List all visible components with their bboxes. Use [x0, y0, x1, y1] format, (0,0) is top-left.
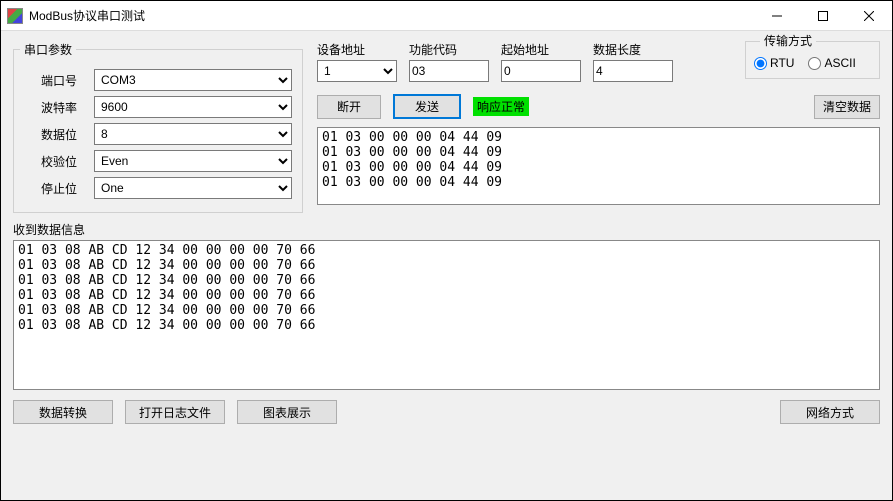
maximize-button[interactable]: [800, 1, 846, 31]
content-area: 串口参数 端口号 COM3 波特率 9600 数据位 8 校: [1, 31, 892, 500]
rtu-radio-label[interactable]: RTU: [754, 56, 794, 70]
parity-select[interactable]: Even: [94, 150, 292, 172]
status-badge: 响应正常: [473, 97, 529, 116]
stopbits-select[interactable]: One: [94, 177, 292, 199]
baud-label: 波特率: [24, 99, 94, 116]
databits-select[interactable]: 8: [94, 123, 292, 145]
convert-button[interactable]: 数据转换: [13, 400, 113, 424]
app-icon: [7, 8, 23, 24]
transfer-mode-group: 传输方式 RTU ASCII: [745, 33, 880, 79]
start-addr-label: 起始地址: [501, 41, 581, 58]
rtu-radio[interactable]: [754, 57, 767, 70]
parity-label: 校验位: [24, 153, 94, 170]
baud-select[interactable]: 9600: [94, 96, 292, 118]
chart-button[interactable]: 图表展示: [237, 400, 337, 424]
databits-label: 数据位: [24, 126, 94, 143]
disconnect-button[interactable]: 断开: [317, 95, 381, 119]
window-buttons: [754, 1, 892, 31]
app-window: ModBus协议串口测试 串口参数 端口号 COM3 波特率 9600: [0, 0, 893, 501]
serial-params-group: 串口参数 端口号 COM3 波特率 9600 数据位 8 校: [13, 41, 303, 213]
recv-log-textarea[interactable]: 01 03 08 AB CD 12 34 00 00 00 00 70 66 0…: [13, 240, 880, 390]
titlebar: ModBus协议串口测试: [1, 1, 892, 31]
func-code-input[interactable]: [409, 60, 489, 82]
data-len-input[interactable]: [593, 60, 673, 82]
start-addr-input[interactable]: [501, 60, 581, 82]
open-log-button[interactable]: 打开日志文件: [125, 400, 225, 424]
device-addr-select[interactable]: 1: [317, 60, 397, 82]
network-button[interactable]: 网络方式: [780, 400, 880, 424]
clear-button[interactable]: 清空数据: [814, 95, 880, 119]
recv-label: 收到数据信息: [13, 221, 880, 238]
minimize-button[interactable]: [754, 1, 800, 31]
send-button[interactable]: 发送: [393, 94, 461, 119]
close-button[interactable]: [846, 1, 892, 31]
stopbits-label: 停止位: [24, 180, 94, 197]
func-code-label: 功能代码: [409, 41, 489, 58]
send-log-textarea[interactable]: 01 03 00 00 00 04 44 09 01 03 00 00 00 0…: [317, 127, 880, 205]
transfer-mode-legend: 传输方式: [760, 32, 816, 49]
ascii-radio[interactable]: [808, 57, 821, 70]
port-label: 端口号: [24, 72, 94, 89]
device-addr-label: 设备地址: [317, 41, 397, 58]
serial-params-legend: 串口参数: [20, 41, 76, 58]
port-select[interactable]: COM3: [94, 69, 292, 91]
ascii-radio-label[interactable]: ASCII: [808, 56, 855, 70]
window-title: ModBus协议串口测试: [29, 7, 754, 24]
data-len-label: 数据长度: [593, 41, 673, 58]
